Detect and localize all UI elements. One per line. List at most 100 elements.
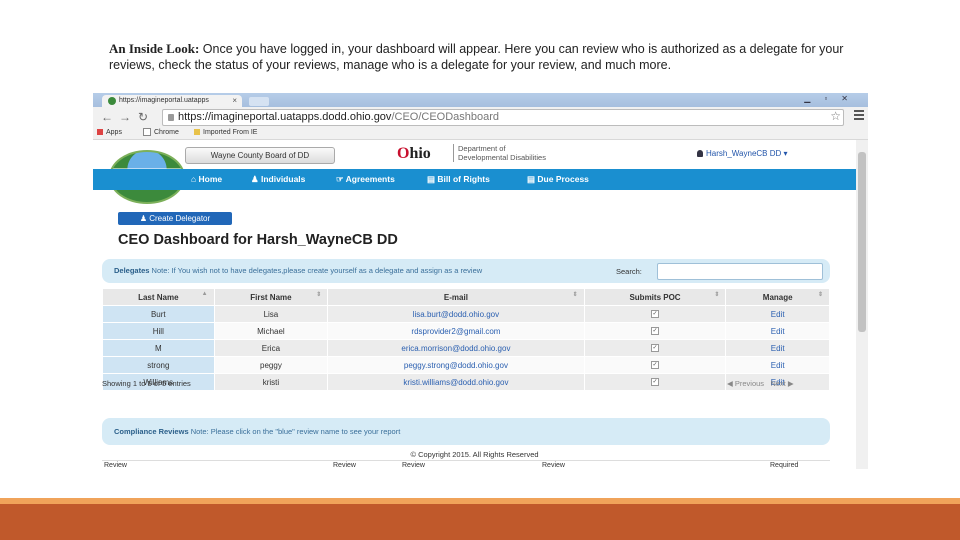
- url-path: /CEO/CEODashboard: [391, 111, 500, 123]
- delegates-panel-header: Delegates Note: If You wish not to have …: [102, 259, 830, 283]
- edit-link[interactable]: Edit: [725, 339, 830, 357]
- sort-icon: ⇕: [316, 292, 322, 298]
- nav-home[interactable]: ⌂ Home: [191, 169, 222, 190]
- nav-individuals[interactable]: ♟ Individuals: [251, 169, 305, 190]
- edit-link[interactable]: Edit: [725, 305, 830, 323]
- browser-tab[interactable]: https://imagineportal.uatapps ×: [102, 95, 242, 107]
- col-review: Review: [104, 462, 127, 469]
- edit-link[interactable]: Edit: [725, 322, 830, 340]
- cell-first-name: Erica: [213, 339, 329, 357]
- checkbox[interactable]: ✓: [651, 361, 660, 370]
- browser-screenshot: https://imagineportal.uatapps × ▁▫✕ ← → …: [93, 93, 868, 469]
- bookmark-star-icon[interactable]: ☆: [830, 109, 841, 124]
- bookmark-imported[interactable]: Imported From IE: [194, 127, 257, 139]
- tab-close-icon[interactable]: ×: [232, 95, 237, 107]
- cell-last-name: Hill: [102, 322, 215, 340]
- sort-icon: ⇕: [817, 292, 823, 298]
- search-label: Search:: [616, 267, 642, 276]
- page-scrollbar[interactable]: [856, 140, 868, 469]
- handshake-icon: ☞: [336, 174, 346, 184]
- search-input[interactable]: [657, 263, 823, 280]
- nav-agreements[interactable]: ☞ Agreements: [336, 169, 395, 190]
- sort-icon: ⇕: [714, 292, 720, 298]
- forward-arrow-icon[interactable]: →: [119, 110, 131, 124]
- cell-last-name: M: [102, 339, 215, 357]
- col-first-name[interactable]: First Name ⇕: [213, 288, 329, 306]
- cell-email[interactable]: lisa.burt@dodd.ohio.gov: [327, 305, 585, 323]
- book-icon: ▤: [527, 174, 538, 184]
- sort-icon: ⇕: [572, 292, 578, 298]
- cell-email[interactable]: rdsprovider2@gmail.com: [327, 322, 585, 340]
- col-required: Required: [770, 462, 799, 469]
- table-row: strong peggy peggy.strong@dodd.ohio.gov …: [102, 356, 830, 374]
- sort-asc-icon: ▲: [201, 291, 208, 297]
- compliance-panel-header: Compliance Reviews Note: Please click on…: [102, 418, 830, 445]
- col-review: Review: [402, 462, 425, 469]
- web-page: imagine Wayne County Board of DD Ohio De…: [93, 140, 856, 469]
- home-icon: ⌂: [191, 174, 199, 184]
- col-submits-poc[interactable]: Submits POC ⇕: [583, 288, 727, 306]
- chevron-left-icon: ◀: [727, 379, 735, 388]
- col-last-name[interactable]: Last Name ▲: [102, 288, 215, 306]
- county-button[interactable]: Wayne County Board of DD: [185, 147, 335, 164]
- edit-link[interactable]: Edit: [725, 356, 830, 374]
- folder-icon: [194, 129, 200, 136]
- page-icon: [143, 128, 151, 137]
- bookmarks-bar: Apps Chrome Imported From IE: [93, 127, 868, 140]
- user-menu[interactable]: Harsh_WayneCB DD ▾: [697, 149, 788, 158]
- cell-first-name: peggy: [213, 356, 329, 374]
- caption-text: Once you have logged in, your dashboard …: [109, 42, 844, 72]
- department-name: Department of Developmental Disabilities: [453, 144, 598, 162]
- table-row: M Erica erica.morrison@dodd.ohio.gov ✓ E…: [102, 339, 830, 357]
- url-domain: https://imagineportal.uatapps.dodd.ohio.…: [178, 111, 392, 123]
- table-row: Hill Michael rdsprovider2@gmail.com ✓ Ed…: [102, 322, 830, 340]
- book-icon: ▤: [427, 174, 438, 184]
- slide-footer-band: [0, 504, 960, 540]
- entries-count: Showing 1 to 5 of 5 entries: [102, 379, 191, 388]
- copyright: © Copyright 2015. All Rights Reserved: [410, 450, 539, 459]
- nav-due-process[interactable]: ▤ Due Process: [527, 169, 589, 190]
- menu-icon[interactable]: [854, 110, 864, 122]
- bookmark-chrome[interactable]: Chrome: [143, 127, 179, 139]
- delegates-note: Delegates Note: If You wish not to have …: [114, 266, 483, 275]
- main-nav: ⌂ Home ♟ Individuals ☞ Agreements ▤ Bill…: [93, 169, 856, 190]
- col-email[interactable]: E-mail ⇕: [327, 288, 585, 306]
- cell-email[interactable]: erica.morrison@dodd.ohio.gov: [327, 339, 585, 357]
- cell-submits-poc: ✓: [583, 322, 727, 340]
- pagination: ◀ Previous Next ▶: [727, 379, 794, 388]
- checkbox[interactable]: ✓: [651, 344, 660, 353]
- browser-titlebar: https://imagineportal.uatapps × ▁▫✕: [93, 93, 868, 107]
- checkbox[interactable]: ✓: [651, 378, 660, 387]
- lock-icon: [168, 113, 174, 121]
- scrollbar-thumb[interactable]: [858, 152, 866, 332]
- table-header-row: Last Name ▲ First Name ⇕ E-mail ⇕ Submits P…: [102, 288, 830, 306]
- caret-down-icon: ▾: [781, 149, 788, 158]
- bookmark-apps[interactable]: Apps: [97, 127, 122, 139]
- next-button[interactable]: Next ▶: [770, 379, 793, 388]
- page-title: CEO Dashboard for Harsh_WayneCB DD: [118, 232, 398, 248]
- ohio-logo: Ohio: [397, 145, 431, 162]
- new-tab-button[interactable]: [249, 97, 269, 106]
- reload-icon[interactable]: ↻: [138, 110, 148, 124]
- checkbox[interactable]: ✓: [651, 310, 660, 319]
- cell-submits-poc: ✓: [583, 305, 727, 323]
- col-manage[interactable]: Manage ⇕: [725, 288, 830, 306]
- address-bar[interactable]: https://imagineportal.uatapps.dodd.ohio.…: [162, 109, 844, 126]
- delegates-table: Last Name ▲ First Name ⇕ E-mail ⇕ Submits P…: [102, 288, 830, 391]
- back-arrow-icon[interactable]: ←: [101, 110, 113, 124]
- slide-caption: An Inside Look: Once you have logged in,…: [109, 41, 869, 73]
- user-icon: [697, 150, 703, 158]
- compliance-note: Compliance Reviews Note: Please click on…: [114, 427, 401, 436]
- col-review: Review: [333, 462, 356, 469]
- cell-email[interactable]: peggy.strong@dodd.ohio.gov: [327, 356, 585, 374]
- window-controls[interactable]: ▁▫✕: [804, 93, 862, 105]
- chevron-right-icon: ▶: [785, 379, 794, 388]
- person-icon: ♟: [139, 214, 150, 223]
- create-delegator-button[interactable]: ♟ Create Delegator: [118, 212, 232, 225]
- checkbox[interactable]: ✓: [651, 327, 660, 336]
- previous-button[interactable]: ◀ Previous: [727, 379, 764, 388]
- cell-email[interactable]: kristi.williams@dodd.ohio.gov: [327, 373, 585, 391]
- reviews-table-header: Review Review Review Review Required: [102, 460, 830, 469]
- nav-bill-of-rights[interactable]: ▤ Bill of Rights: [427, 169, 490, 190]
- cell-last-name: Burt: [102, 305, 215, 323]
